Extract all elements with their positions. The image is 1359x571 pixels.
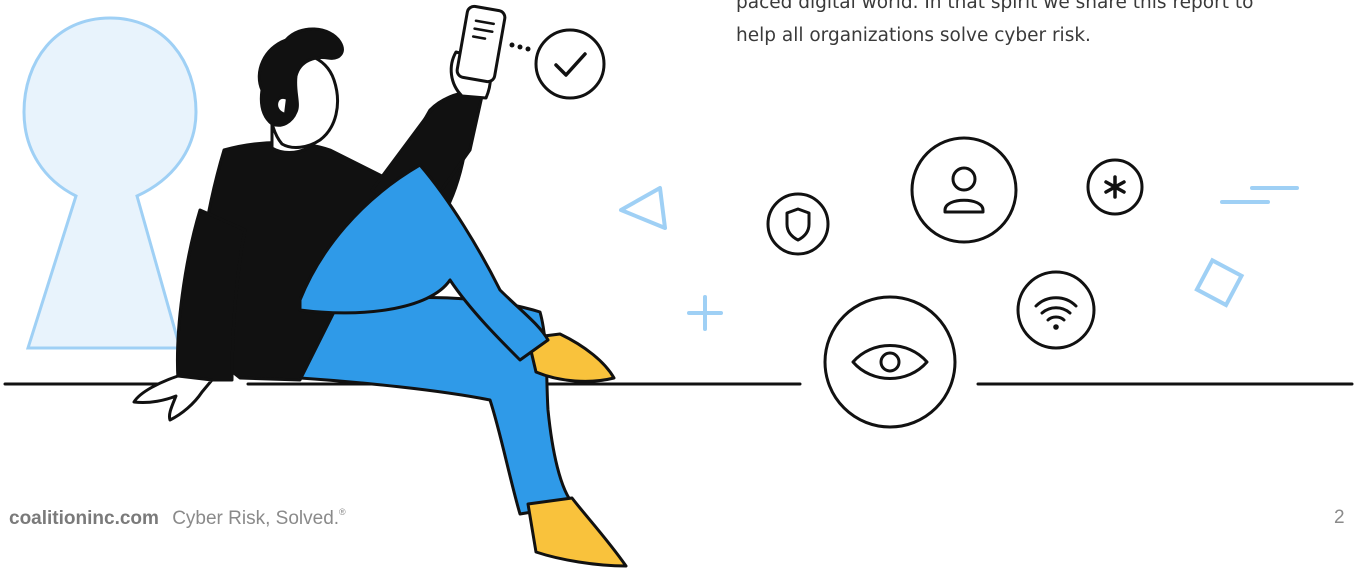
check-icon	[534, 28, 606, 100]
typing-dots	[509, 42, 531, 52]
page-footer: coalitioninc.com Cyber Risk, Solved.®	[9, 507, 346, 530]
decor-dashes	[1220, 186, 1299, 204]
decor-square	[1194, 257, 1245, 308]
keyhole-icon	[22, 16, 198, 350]
page-number: 2	[1334, 507, 1345, 528]
phone-icon	[455, 4, 507, 84]
eye-icon	[823, 295, 957, 429]
intro-line: help all organizations solve cyber risk.	[736, 25, 1091, 46]
hero-illustration	[3, 4, 1354, 568]
intro-paragraph: paced digital world. In that spirit we s…	[736, 0, 1356, 52]
intro-line: paced digital world. In that spirit we s…	[736, 0, 1254, 13]
wifi-icon	[1016, 270, 1096, 350]
shield-icon	[766, 192, 830, 256]
decor-plus	[687, 295, 723, 331]
footer-site-link[interactable]: coalitioninc.com	[9, 508, 159, 529]
footer-tagline: Cyber Risk, Solved.	[172, 508, 340, 529]
asterisk-icon	[1086, 158, 1144, 216]
person-illustration	[132, 27, 628, 568]
user-icon	[910, 136, 1018, 244]
trademark-symbol: ®	[339, 507, 346, 517]
decor-triangle	[619, 186, 667, 230]
